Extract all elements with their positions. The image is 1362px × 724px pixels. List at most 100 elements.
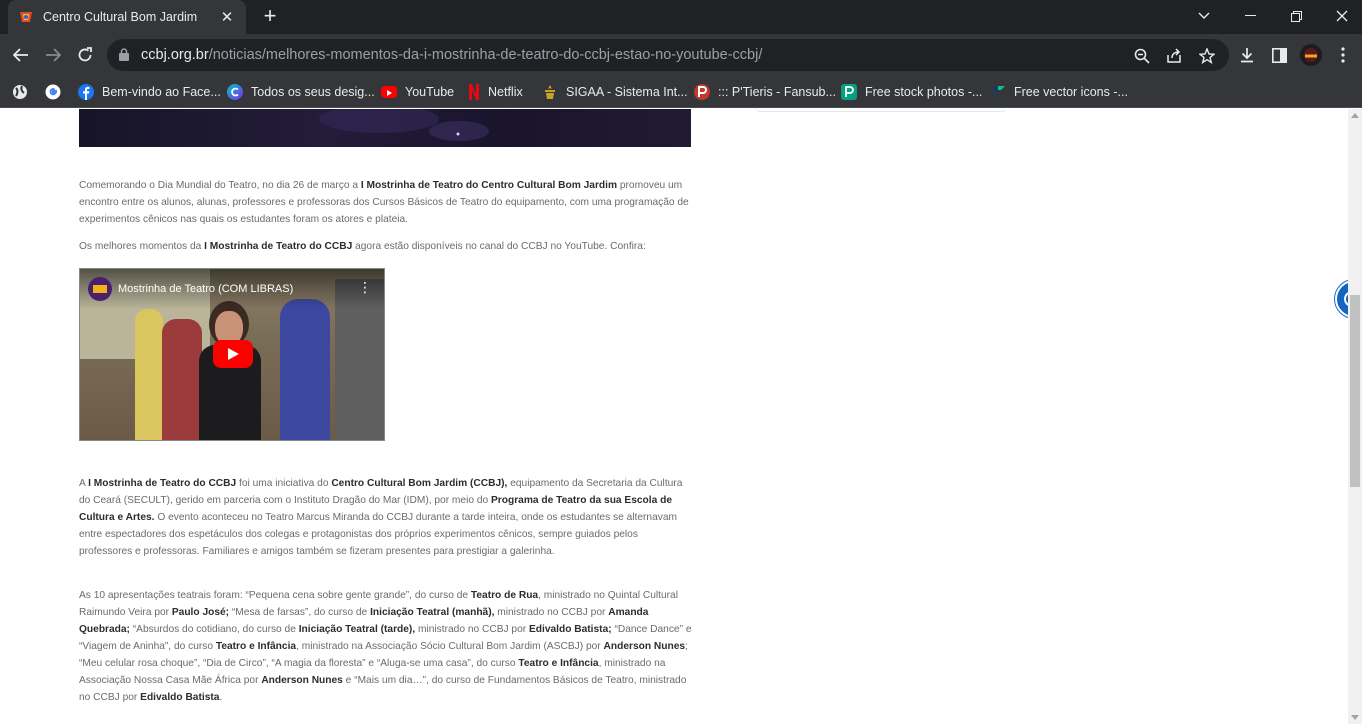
bold-text: I Mostrinha de Teatro do CCBJ	[88, 478, 237, 489]
bookmark-label: Netflix	[488, 85, 523, 99]
text: “Absurdos do cotidiano, do curso de	[129, 624, 299, 635]
scroll-up-icon[interactable]	[1351, 113, 1359, 118]
bold-text: Anderson Nunes	[261, 675, 343, 686]
minimize-icon	[1244, 15, 1256, 16]
bookmark-netflix[interactable]: Netflix	[468, 82, 523, 102]
text: , ministrado na Associação Sócio Cultura…	[296, 641, 604, 652]
article-paragraph-4: As 10 apresentações teatrais foram: “Peq…	[79, 587, 693, 706]
url-path: /noticias/melhores-momentos-da-i-mostrin…	[208, 47, 763, 63]
address-bar[interactable]: ccbj.org.br/noticias/melhores-momentos-d…	[107, 39, 1229, 71]
facebook-icon	[78, 84, 94, 100]
minimize-button[interactable]	[1227, 0, 1273, 32]
scroll-down-icon[interactable]	[1351, 715, 1359, 720]
bold-text: Teatro de Rua	[470, 590, 539, 601]
bookmark-label: Free vector icons -...	[1014, 85, 1128, 99]
bookmark-canva[interactable]: Todos os seus desig...	[227, 82, 375, 102]
text: As 10 apresentações teatrais foram: “Peq…	[79, 590, 471, 601]
back-button[interactable]	[7, 41, 35, 69]
bold-text: I Mostrinha de Teatro do Centro Cultural…	[360, 180, 618, 191]
bookmark-ptieris[interactable]: ::: P'Tieris - Fansub...	[694, 82, 836, 102]
browser-toolbar: ccbj.org.br/noticias/melhores-momentos-d…	[0, 34, 1362, 76]
restore-button[interactable]	[1273, 0, 1319, 32]
text: ministrado no CCBJ por	[415, 624, 529, 635]
tab-title: Centro Cultural Bom Jardim	[43, 10, 198, 24]
arrow-right-icon	[46, 48, 61, 62]
tab-search-button[interactable]	[1181, 0, 1227, 32]
thumbnail-girl	[195, 301, 265, 440]
bookmark-youtube[interactable]: YouTube	[381, 82, 454, 102]
text: agora estão disponíveis no canal do CCBJ…	[352, 241, 646, 252]
netflix-icon	[468, 84, 480, 100]
article-hero-image	[79, 109, 691, 147]
bold-text: Centro Cultural Bom Jardim (CCBJ),	[331, 478, 508, 489]
download-icon[interactable]	[1236, 44, 1258, 66]
text: Comemorando o Dia Mundial do Teatro, no …	[79, 180, 361, 191]
bold-text: Teatro e Infância	[215, 641, 297, 652]
scrollbar-thumb[interactable]	[1350, 295, 1360, 487]
bookmark-sigaa[interactable]: SIGAA - Sistema Int...	[542, 82, 688, 102]
close-window-button[interactable]	[1319, 0, 1362, 32]
zoom-icon[interactable]	[1132, 46, 1152, 66]
share-icon[interactable]	[1164, 46, 1184, 66]
bookmark-facebook[interactable]: Bem-vindo ao Face...	[78, 82, 221, 102]
chevron-down-icon	[1198, 12, 1210, 19]
ccbj-favicon-icon	[18, 9, 34, 25]
sidebar-widget	[756, 109, 1006, 112]
flaticon-icon	[990, 84, 1006, 100]
bold-text: Anderson Nunes	[603, 641, 686, 652]
menu-kebab-icon[interactable]	[1332, 44, 1354, 66]
play-button-icon[interactable]	[213, 340, 253, 368]
bookmark-label: YouTube	[405, 85, 455, 99]
youtube-video-embed[interactable]: Mostrinha de Teatro (COM LIBRAS) ⋮	[79, 268, 385, 441]
text: foi uma iniciativa do	[236, 478, 332, 489]
article-paragraph-3: A I Mostrinha de Teatro do CCBJ foi uma …	[79, 475, 693, 560]
bookmark-globe[interactable]	[12, 82, 36, 102]
hero-photo-crop	[319, 109, 489, 141]
lock-icon[interactable]	[119, 48, 129, 66]
tab-close-icon[interactable]: ✕	[218, 8, 236, 26]
reload-button[interactable]	[71, 41, 99, 69]
bold-text: Teatro e Infância	[518, 658, 599, 669]
bookmark-label: Bem-vindo ao Face...	[102, 85, 221, 99]
page-content: Comemorando o Dia Mundial do Teatro, no …	[0, 109, 1348, 724]
profile-avatar[interactable]	[1300, 44, 1322, 66]
video-more-icon[interactable]: ⋮	[358, 279, 372, 296]
pexels-icon	[841, 84, 857, 100]
text: Os melhores momentos da	[79, 241, 205, 252]
bookmark-flaticon[interactable]: Free vector icons -...	[990, 82, 1128, 102]
forward-button[interactable]	[39, 41, 67, 69]
text: O evento aconteceu no Teatro Marcus Mira…	[79, 512, 677, 557]
thumbnail-figure	[280, 299, 330, 440]
url-host: ccbj.org.br	[141, 47, 209, 63]
article-paragraph-2: Os melhores momentos da I Mostrinha de T…	[79, 238, 693, 255]
ptieris-icon	[694, 84, 710, 100]
page-scrollbar[interactable]	[1348, 109, 1362, 724]
bookmark-label: ::: P'Tieris - Fansub...	[718, 85, 836, 99]
tab-strip: Centro Cultural Bom Jardim ✕ +	[0, 0, 1362, 34]
side-panel-icon[interactable]	[1268, 44, 1290, 66]
bold-text: Iniciação Teatral (manhã),	[370, 607, 495, 618]
text: ministrado no CCBJ por	[494, 607, 609, 618]
bold-text: Edivaldo Batista	[140, 692, 220, 703]
browser-tab[interactable]: Centro Cultural Bom Jardim ✕	[8, 0, 246, 34]
article-paragraph-1: Comemorando o Dia Mundial do Teatro, no …	[79, 177, 693, 228]
channel-avatar-icon[interactable]	[88, 277, 112, 301]
new-tab-button[interactable]: +	[258, 4, 282, 28]
arrow-left-icon	[13, 48, 28, 62]
text: “Mesa de farsas”, do curso de	[229, 607, 371, 618]
bookmark-google[interactable]	[45, 82, 69, 102]
url-text: ccbj.org.br/noticias/melhores-momentos-d…	[141, 47, 762, 63]
video-title[interactable]: Mostrinha de Teatro (COM LIBRAS)	[118, 283, 293, 295]
restore-icon	[1290, 10, 1302, 22]
bookmarks-bar: Bem-vindo ao Face... Todos os seus desig…	[0, 76, 1362, 108]
close-icon	[1336, 10, 1348, 22]
canva-icon	[227, 84, 243, 100]
bookmark-pexels[interactable]: Free stock photos -...	[841, 82, 982, 102]
thumbnail-figure	[135, 309, 163, 440]
text: .	[219, 692, 223, 703]
bookmark-label: Free stock photos -...	[865, 85, 983, 99]
reload-icon	[78, 47, 92, 62]
google-icon	[45, 84, 61, 100]
bookmark-label: SIGAA - Sistema Int...	[566, 85, 688, 99]
bookmark-star-icon[interactable]	[1197, 46, 1217, 66]
